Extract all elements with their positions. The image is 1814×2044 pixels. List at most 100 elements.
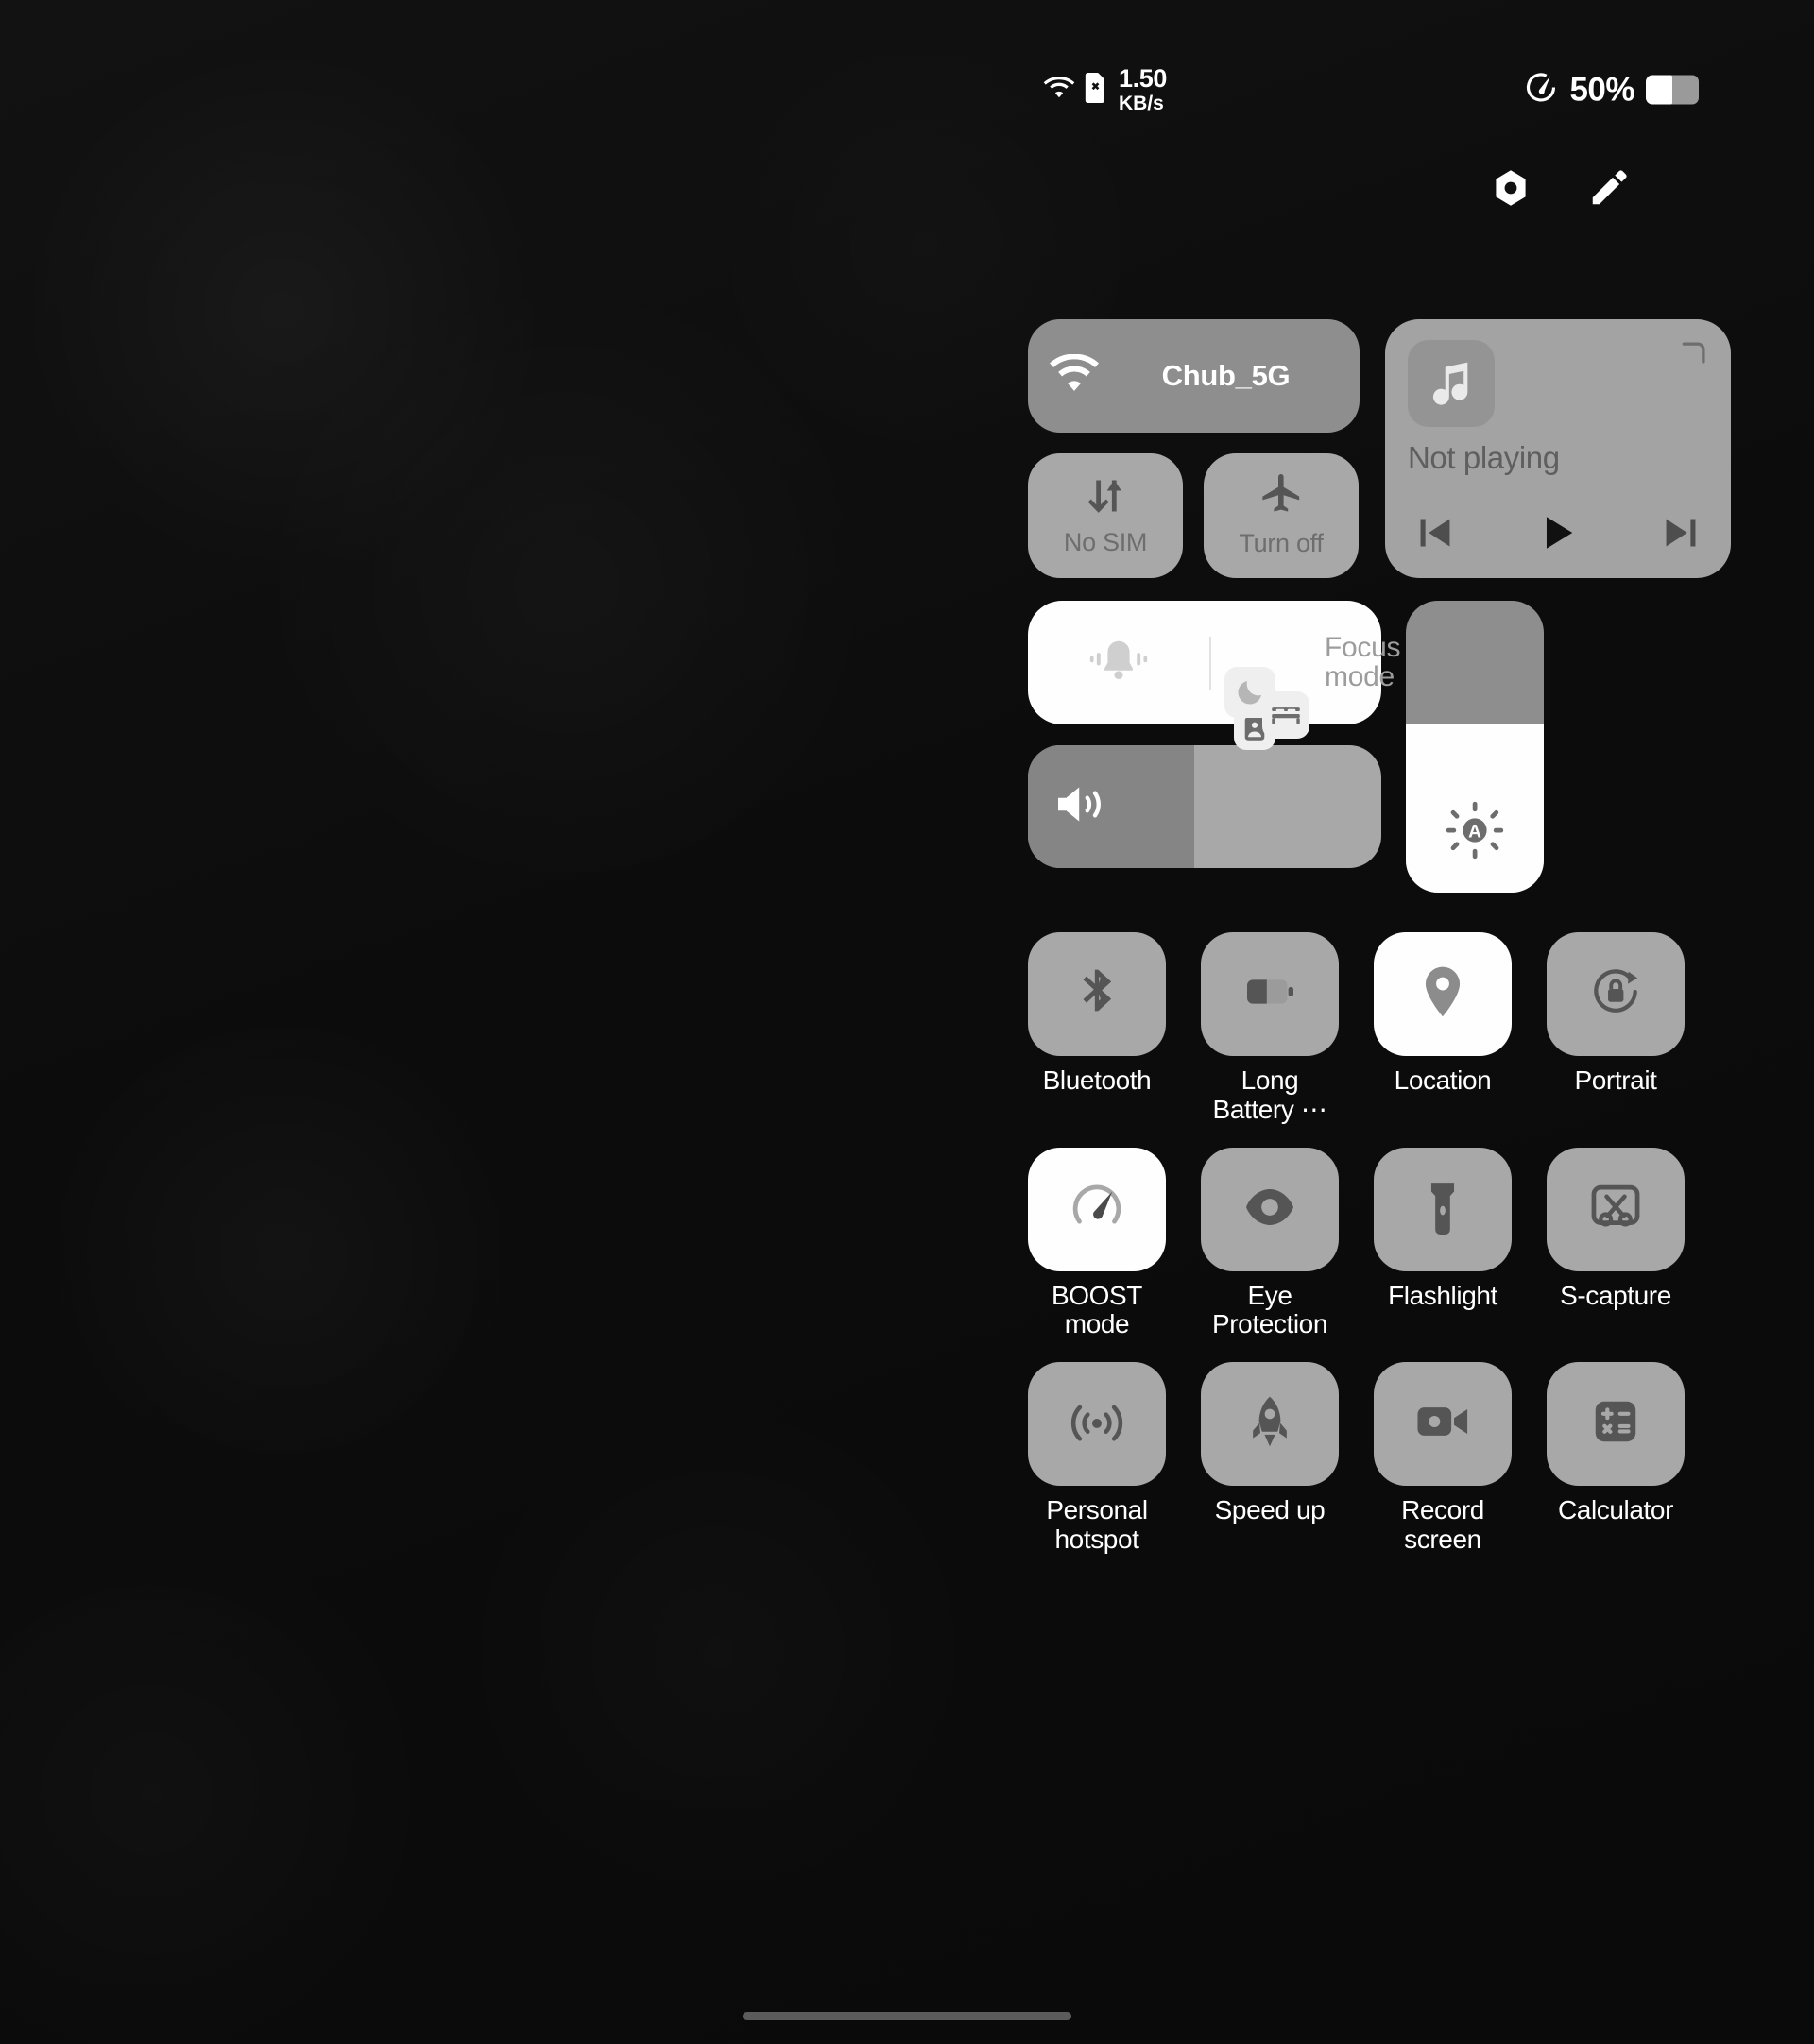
battery-percent-label: 50% [1569,71,1634,108]
network-speed: 1.50 KB/s [1119,66,1167,114]
toggle-flashlight[interactable]: Flashlight [1374,1147,1512,1340]
status-bar: 1.50 KB/s 50% [0,0,1814,165]
focus-mode-label-line2: mode [1325,661,1395,693]
rocket-icon [1248,1394,1292,1454]
toggle-personal-hotspot-button[interactable] [1028,1362,1166,1487]
toggle-portrait-label: Portrait [1574,1065,1657,1095]
airplane-mode-tile[interactable]: Turn off [1204,453,1359,578]
focus-volume-group: Focus mode [1028,601,1401,893]
toggle-calculator-button[interactable] [1547,1362,1685,1487]
sleep-bed-icon[interactable] [1262,690,1309,739]
cast-corner-icon[interactable] [1680,340,1708,371]
speedometer-icon [1524,71,1558,110]
screen-capture-icon [1589,1183,1642,1236]
toggle-speed-up-button[interactable] [1201,1362,1339,1487]
hotspot-icon [1070,1398,1123,1450]
connectivity-and-media-block: Chub_5G No SIM Turn off Not playing [1028,319,1731,578]
focus-mode-label-line1: Focus [1325,631,1401,663]
toggle-personal-hotspot[interactable]: Personal hotspot [1028,1362,1166,1555]
album-art [1408,340,1495,427]
data-transfer-icon [1084,474,1127,522]
toggle-bluetooth-label: Bluetooth [1042,1065,1152,1095]
bluetooth-icon [1072,967,1121,1021]
wifi-tile[interactable]: Chub_5G [1028,319,1360,433]
small-tiles-row: No SIM Turn off [1028,453,1360,578]
volume-slider-fill [1028,745,1194,868]
toggle-boost-mode-button[interactable] [1028,1147,1166,1271]
battery-saver-icon [1245,974,1294,1014]
status-bar-right-group: 50% [1524,71,1699,110]
media-player-card[interactable]: Not playing [1385,319,1731,578]
toggle-calculator[interactable]: Calculator [1547,1362,1685,1555]
ring-mode-button[interactable] [1028,636,1209,690]
toggle-portrait[interactable]: Portrait [1547,932,1685,1125]
focus-and-sliders-block: Focus mode A [1028,601,1731,893]
volume-up-icon [1054,782,1107,832]
toggle-location-label: Location [1394,1065,1492,1095]
toggle-eye-protection-label: Eye Protection [1211,1280,1328,1339]
status-bar-left-group: 1.50 KB/s [1043,66,1167,113]
toggle-flashlight-label: Flashlight [1388,1280,1497,1310]
battery-icon [1646,75,1699,105]
quick-toggle-grid: Bluetooth Long Battery ⋯ Location Portra… [1028,932,1731,1555]
toggle-record-screen[interactable]: Record screen [1374,1362,1512,1555]
quick-settings-panel: Chub_5G No SIM Turn off Not playing Focu… [1028,319,1731,1555]
rotation-lock-icon [1589,965,1642,1023]
pencil-icon [1587,166,1631,214]
toggle-bluetooth-button[interactable] [1028,932,1166,1056]
header-action-bar [1028,161,1731,219]
focus-divider [1209,636,1211,690]
settings-button[interactable] [1481,161,1540,219]
toggle-portrait-button[interactable] [1547,932,1685,1056]
toggle-s-capture[interactable]: S-capture [1547,1147,1685,1340]
media-play-button[interactable] [1531,508,1585,557]
connectivity-group: Chub_5G No SIM Turn off [1028,319,1360,578]
location-pin-icon [1419,964,1466,1024]
home-gesture-bar[interactable] [743,2012,1071,2020]
brightness-slider[interactable]: A [1406,601,1544,893]
toggle-location[interactable]: Location [1374,932,1512,1125]
eye-icon [1243,1186,1296,1233]
media-title: Not playing [1408,440,1560,475]
focus-mode-label: Focus mode [1325,631,1401,693]
toggle-location-button[interactable] [1374,932,1512,1056]
flashlight-icon [1428,1180,1458,1239]
wifi-icon [1049,353,1100,399]
toggle-personal-hotspot-label: Personal hotspot [1046,1495,1148,1554]
toggle-long-battery[interactable]: Long Battery ⋯ [1201,932,1339,1125]
speedometer-icon [1071,1182,1122,1237]
wifi-icon [1043,76,1075,105]
media-next-button[interactable] [1653,508,1708,557]
calculator-icon [1591,1397,1640,1451]
toggle-record-screen-button[interactable] [1374,1362,1512,1487]
focus-mode-card[interactable]: Focus mode [1028,601,1401,750]
edit-button[interactable] [1580,161,1638,219]
toggle-eye-protection[interactable]: Eye Protection [1201,1147,1339,1340]
toggle-flashlight-button[interactable] [1374,1147,1512,1271]
media-controls [1408,508,1708,557]
toggle-record-screen-label: Record screen [1401,1495,1484,1554]
toggle-s-capture-label: S-capture [1560,1280,1671,1310]
volume-slider[interactable] [1028,745,1381,868]
media-previous-button[interactable] [1408,508,1463,557]
airplane-mode-label: Turn off [1239,529,1324,557]
bell-vibrate-icon [1089,636,1148,690]
toggle-bluetooth[interactable]: Bluetooth [1028,932,1166,1125]
svg-text:A: A [1468,822,1481,842]
music-note-icon [1427,357,1476,411]
wifi-network-name: Chub_5G [1161,359,1291,392]
toggle-eye-protection-button[interactable] [1201,1147,1339,1271]
mobile-data-tile[interactable]: No SIM [1028,453,1183,578]
toggle-boost-mode[interactable]: BOOST mode [1028,1147,1166,1340]
control-center-screen: 1.50 KB/s 50% Chub_5G No SIM Turn off No… [0,0,1814,2044]
mobile-data-label: No SIM [1063,528,1148,556]
toggle-long-battery-label: Long Battery ⋯ [1212,1065,1327,1124]
sim-card-off-icon [1084,72,1107,108]
toggle-s-capture-button[interactable] [1547,1147,1685,1271]
toggle-speed-up[interactable]: Speed up [1201,1362,1339,1555]
airplane-icon [1258,473,1304,523]
auto-brightness-icon: A [1446,801,1504,864]
toggle-calculator-label: Calculator [1557,1495,1674,1525]
gear-nut-icon [1490,167,1532,213]
toggle-long-battery-button[interactable] [1201,932,1339,1056]
